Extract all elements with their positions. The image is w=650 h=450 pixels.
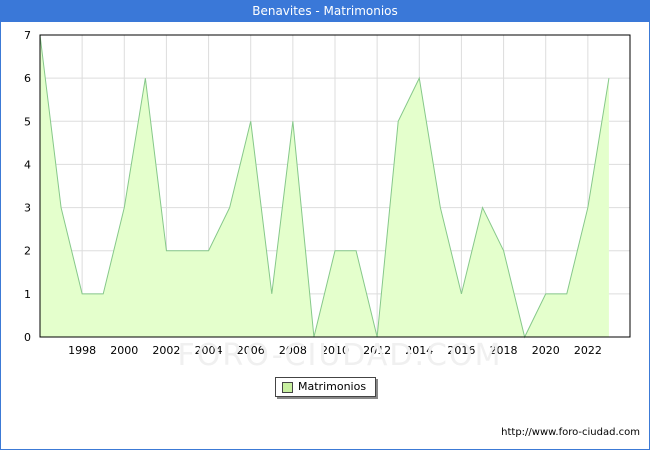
legend: Matrimonios xyxy=(275,377,376,397)
legend-label: Matrimonios xyxy=(298,380,367,393)
source-url: http://www.foro-ciudad.com xyxy=(501,427,640,438)
x-tick-label: 2020 xyxy=(532,344,560,357)
legend-swatch xyxy=(282,382,293,393)
x-tick-label: 2022 xyxy=(574,344,602,357)
y-tick-label: 0 xyxy=(24,331,31,344)
y-tick-label: 3 xyxy=(24,202,31,215)
y-tick-label: 6 xyxy=(24,72,31,85)
y-tick-label: 5 xyxy=(24,115,31,128)
y-tick-label: 7 xyxy=(24,29,31,42)
y-tick-label: 2 xyxy=(24,245,31,258)
x-tick-label: 2002 xyxy=(152,344,180,357)
watermark: FORO-CIUDAD.COM xyxy=(178,338,503,373)
x-tick-label: 1998 xyxy=(68,344,96,357)
y-tick-label: 1 xyxy=(24,288,31,301)
y-tick-label: 4 xyxy=(24,158,31,171)
x-tick-label: 2000 xyxy=(110,344,138,357)
